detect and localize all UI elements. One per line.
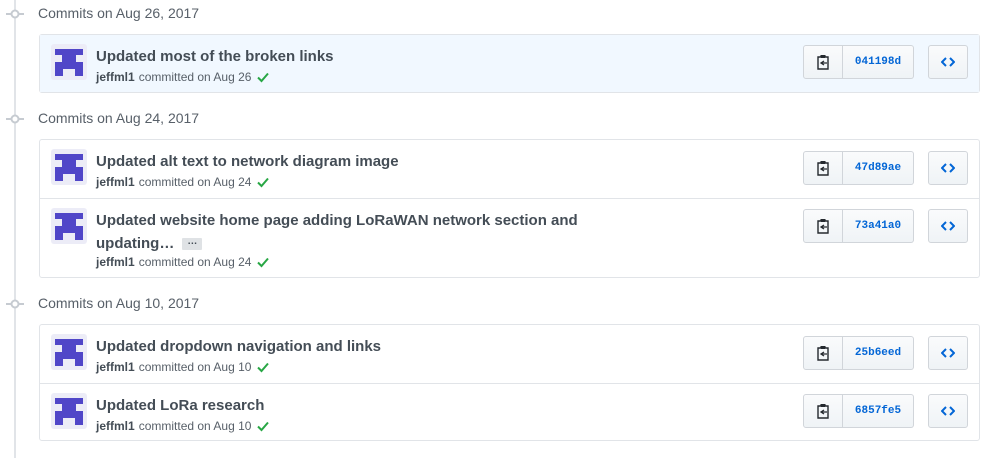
avatar[interactable]	[51, 208, 87, 244]
commit-date: committed on Aug 24	[138, 175, 252, 189]
browse-repository-button[interactable]	[928, 394, 968, 428]
copy-sha-button[interactable]	[803, 151, 843, 185]
commit-author[interactable]: jeffml1	[96, 360, 135, 374]
avatar[interactable]	[51, 44, 87, 80]
browse-repository-button[interactable]	[928, 209, 968, 243]
commit-date: committed on Aug 10	[138, 419, 252, 433]
code-icon	[941, 57, 955, 67]
sha-button-group: 47d89ae	[803, 151, 914, 185]
check-icon[interactable]	[257, 361, 270, 373]
commit-row: Updated alt text to network diagram imag…	[40, 140, 979, 198]
commit-list: Updated most of the broken links jeffml1…	[39, 34, 980, 93]
avatar[interactable]	[51, 393, 87, 429]
code-icon	[941, 348, 955, 358]
commit-sha-link[interactable]: 6857fe5	[843, 394, 914, 428]
commit-message[interactable]: Updated dropdown navigation and links	[96, 335, 596, 358]
expand-message-button[interactable]: …	[182, 237, 203, 251]
commit-sha-link[interactable]: 73a41a0	[843, 209, 914, 243]
copy-sha-button[interactable]	[803, 394, 843, 428]
avatar[interactable]	[51, 334, 87, 370]
commit-group-title: Commits on Aug 24, 2017	[38, 110, 200, 126]
check-icon[interactable]	[257, 420, 270, 432]
commit-message[interactable]: Updated alt text to network diagram imag…	[96, 150, 596, 173]
commit-list: Updated alt text to network diagram imag…	[39, 139, 980, 278]
commit-meta: jeffml1 committed on Aug 24	[96, 175, 270, 189]
commit-row: Updated most of the broken links jeffml1…	[40, 35, 979, 92]
commit-meta: jeffml1 committed on Aug 10	[96, 419, 270, 433]
clippy-icon	[817, 404, 829, 419]
browse-repository-button[interactable]	[928, 336, 968, 370]
clippy-icon	[817, 346, 829, 361]
commit-meta: jeffml1 committed on Aug 24	[96, 255, 270, 269]
clippy-icon	[817, 55, 829, 70]
sha-button-group: 25b6eed	[803, 336, 914, 370]
commit-icon	[6, 9, 24, 19]
commit-row: Updated dropdown navigation and links je…	[40, 325, 979, 383]
commit-message[interactable]: Updated LoRa research	[96, 394, 596, 417]
commit-group-title: Commits on Aug 26, 2017	[38, 5, 200, 21]
commit-meta: jeffml1 committed on Aug 26	[96, 70, 270, 84]
commit-sha-link[interactable]: 47d89ae	[843, 151, 914, 185]
copy-sha-button[interactable]	[803, 336, 843, 370]
commit-row: Updated LoRa research jeffml1 committed …	[40, 383, 979, 440]
commit-sha-link[interactable]: 25b6eed	[843, 336, 914, 370]
commit-author[interactable]: jeffml1	[96, 255, 135, 269]
commit-date: committed on Aug 26	[138, 70, 252, 84]
commit-message[interactable]: Updated website home page adding LoRaWAN…	[96, 209, 596, 255]
sha-button-group: 041198d	[803, 45, 914, 79]
code-icon	[941, 221, 955, 231]
code-icon	[941, 406, 955, 416]
copy-sha-button[interactable]	[803, 45, 843, 79]
commit-list: Updated dropdown navigation and links je…	[39, 324, 980, 441]
sha-button-group: 73a41a0	[803, 209, 914, 243]
clippy-icon	[817, 219, 829, 234]
commit-meta: jeffml1 committed on Aug 10	[96, 360, 270, 374]
commit-date: committed on Aug 24	[138, 255, 252, 269]
check-icon[interactable]	[257, 256, 270, 268]
commit-row: Updated website home page adding LoRaWAN…	[40, 198, 979, 277]
commit-message[interactable]: Updated most of the broken links	[96, 45, 596, 68]
commit-author[interactable]: jeffml1	[96, 175, 135, 189]
check-icon[interactable]	[257, 71, 270, 83]
commit-group-title: Commits on Aug 10, 2017	[38, 295, 200, 311]
commit-icon	[6, 299, 24, 309]
timeline-line	[14, 0, 16, 458]
check-icon[interactable]	[257, 176, 270, 188]
browse-repository-button[interactable]	[928, 151, 968, 185]
commit-icon	[6, 114, 24, 124]
commit-author[interactable]: jeffml1	[96, 419, 135, 433]
avatar[interactable]	[51, 149, 87, 185]
clippy-icon	[817, 161, 829, 176]
copy-sha-button[interactable]	[803, 209, 843, 243]
commit-date: committed on Aug 10	[138, 360, 252, 374]
code-icon	[941, 163, 955, 173]
browse-repository-button[interactable]	[928, 45, 968, 79]
commit-author[interactable]: jeffml1	[96, 70, 135, 84]
commit-sha-link[interactable]: 041198d	[843, 45, 914, 79]
sha-button-group: 6857fe5	[803, 394, 914, 428]
